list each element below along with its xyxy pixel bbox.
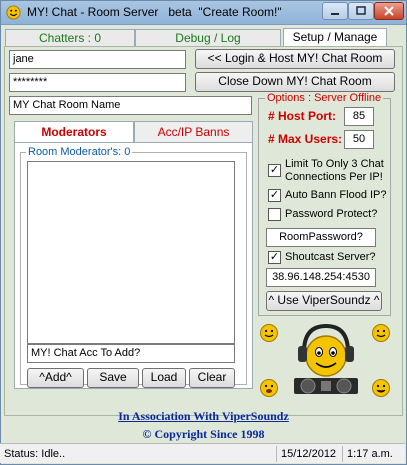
minimize-button[interactable]: [322, 2, 348, 20]
limit-connections-checkbox[interactable]: ✓: [268, 164, 281, 177]
close-room-button[interactable]: Close Down MY! Chat Room: [195, 72, 395, 92]
minimize-icon: [331, 13, 339, 15]
auto-bann-checkbox[interactable]: ✓: [268, 189, 281, 202]
clear-moderators-button[interactable]: Clear: [189, 368, 235, 388]
moderators-group-label: Room Moderator's: 0: [26, 146, 133, 158]
close-window-button[interactable]: [374, 2, 404, 20]
login-host-button[interactable]: << Login & Host MY! Chat Room: [195, 49, 395, 69]
status-text: Status: Idle..: [4, 448, 66, 460]
tab-debug-log[interactable]: Debug / Log: [135, 29, 281, 47]
host-port-label: # Host Port:: [268, 109, 337, 123]
smiley-left-top-icon: [260, 324, 278, 342]
maximize-button[interactable]: [348, 2, 374, 20]
status-date: 15/12/2012: [276, 446, 342, 462]
host-port-input[interactable]: 85: [344, 107, 374, 126]
room-name-input[interactable]: MY Chat Room Name: [9, 96, 252, 115]
title-bar[interactable]: MY! Chat - Room Server beta "Create Room…: [1, 1, 406, 25]
load-moderators-button[interactable]: Load: [142, 368, 186, 388]
status-bar: Status: Idle.. 15/12/2012 1:17 a.m.: [0, 443, 405, 463]
auto-bann-label: Auto Bann Flood IP?: [285, 189, 387, 201]
options-group-label: Options : Server Offline: [265, 92, 384, 104]
smiley-left-bottom-icon: [260, 379, 278, 397]
app-smiley-icon: [6, 5, 21, 20]
use-vipersoundz-button[interactable]: ^ Use ViperSoundz ^: [266, 291, 382, 311]
shoutcast-label: Shoutcast Server?: [285, 251, 376, 263]
password-input[interactable]: ********: [9, 73, 186, 92]
shoutcast-checkbox[interactable]: ✓: [268, 251, 281, 264]
association-link[interactable]: In Association With ViperSoundz: [0, 409, 407, 424]
moderators-list[interactable]: [27, 161, 235, 344]
maximize-icon: [356, 6, 366, 15]
limit-connections-label-line1: Limit To Only 3 Chat: [285, 158, 384, 170]
max-users-input[interactable]: 50: [344, 130, 374, 149]
limit-connections-label-line2: Connections Per IP!: [285, 171, 383, 183]
max-users-label: # Max Users:: [268, 132, 343, 146]
tab-chatters[interactable]: Chatters : 0: [5, 29, 135, 47]
tab-setup-manage[interactable]: Setup / Manage: [283, 28, 387, 48]
window-title: MY! Chat - Room Server beta "Create Room…: [27, 5, 282, 19]
password-protect-label: Password Protect?: [285, 208, 378, 220]
add-moderator-button[interactable]: ^Add^: [27, 368, 84, 388]
username-input[interactable]: jane: [9, 50, 186, 69]
subtab-acc-ip-banns[interactable]: Acc/IP Banns: [134, 121, 253, 143]
save-moderators-button[interactable]: Save: [87, 368, 139, 388]
add-moderator-input[interactable]: MY! Chat Acc To Add?: [27, 344, 235, 363]
shoutcast-address-input[interactable]: 38.96.148.254:4530: [266, 268, 376, 287]
dj-smiley-headphones-icon: [294, 323, 358, 394]
subtab-moderators[interactable]: Moderators: [14, 121, 134, 143]
copyright-text: © Copyright Since 1998: [142, 427, 265, 441]
status-time: 1:17 a.m.: [342, 446, 402, 462]
room-password-input[interactable]: RoomPassword?: [266, 228, 376, 247]
smiley-right-bottom-icon: [372, 379, 390, 397]
close-icon: [384, 6, 394, 16]
password-protect-checkbox[interactable]: [268, 208, 281, 221]
smiley-right-top-icon: [372, 324, 390, 342]
